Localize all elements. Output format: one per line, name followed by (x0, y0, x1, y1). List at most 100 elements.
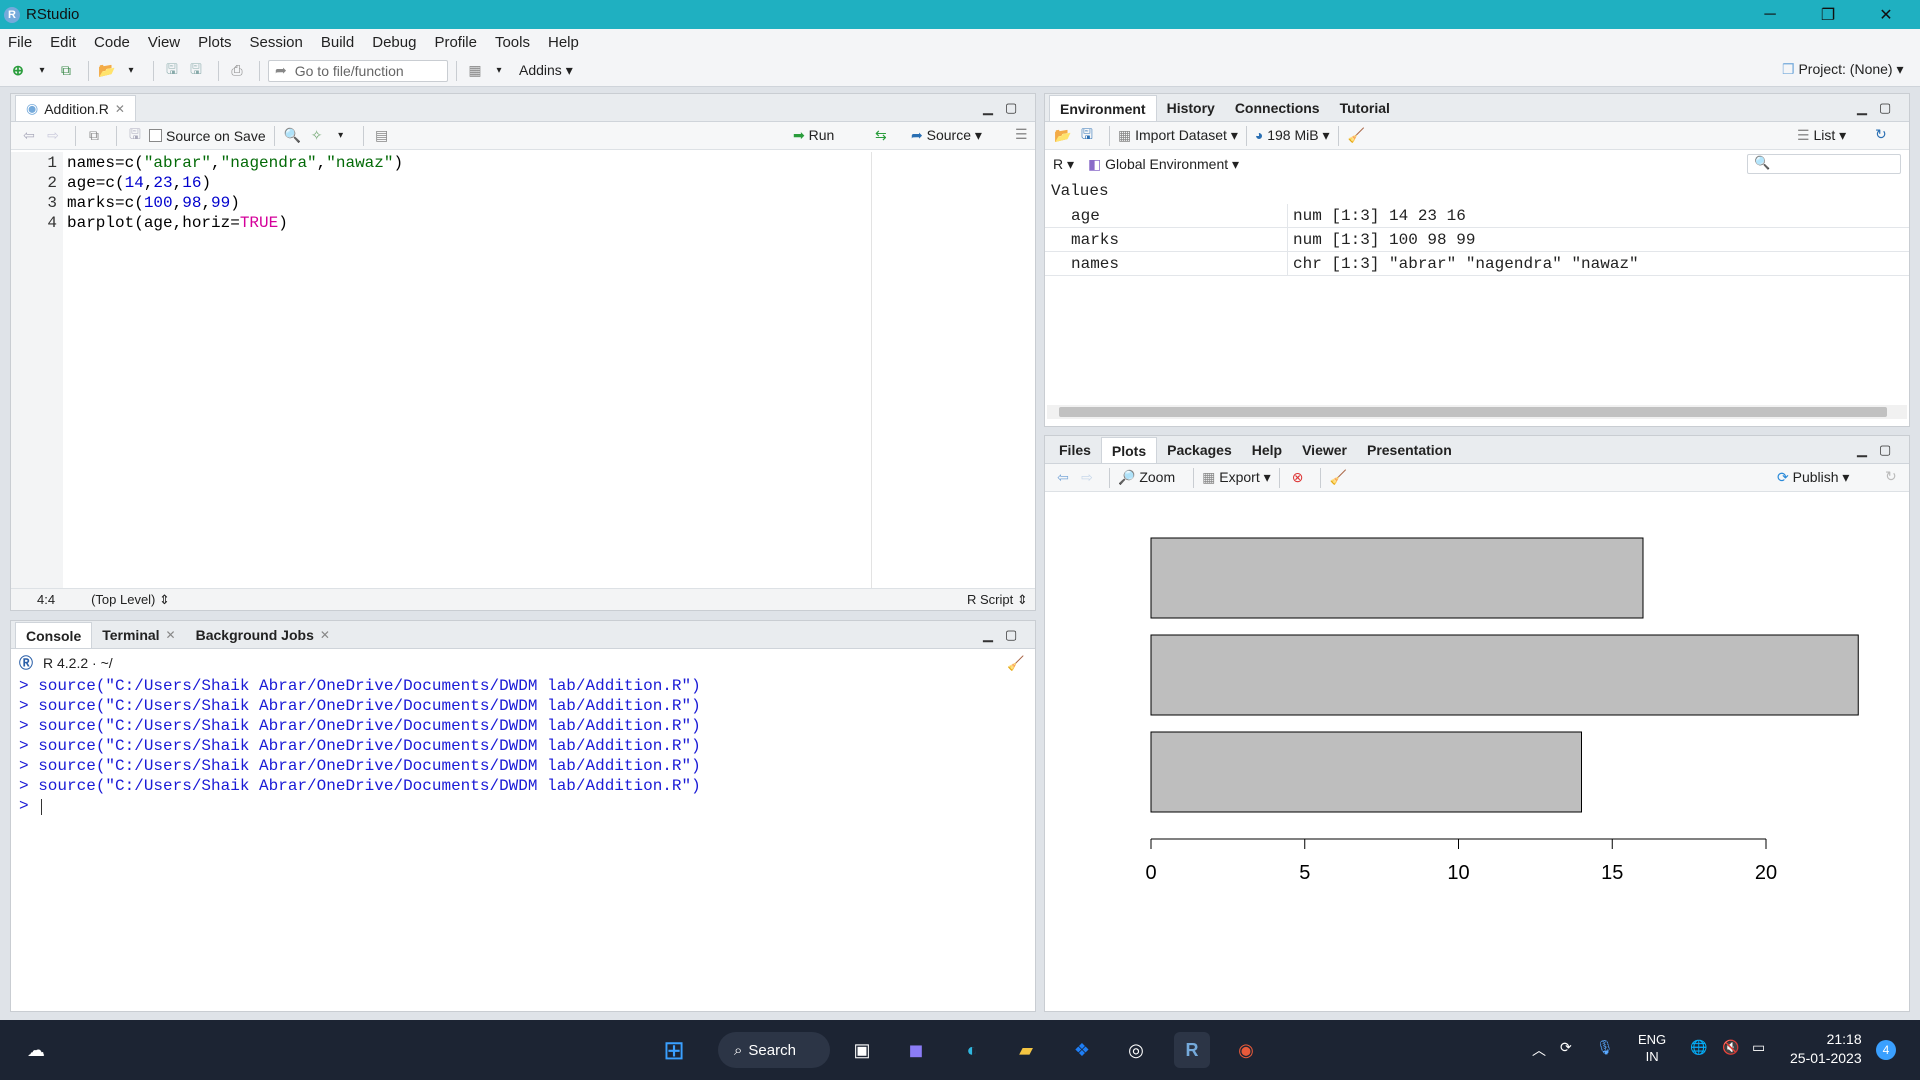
menu-edit[interactable]: Edit (50, 34, 76, 51)
code-editor[interactable]: 1234 names=c("abrar","nagendra","nawaz")… (11, 152, 1035, 588)
zoom-button[interactable]: 🔎 Zoom (1118, 469, 1175, 486)
tab-console[interactable]: Console (15, 622, 93, 648)
outline-icon[interactable]: ☰ (1015, 126, 1028, 143)
save-icon[interactable]: 🖫 (162, 61, 182, 81)
environment-search-input[interactable]: 🔍 (1747, 154, 1901, 174)
close-icon[interactable]: ✕ (1858, 0, 1914, 29)
environment-row[interactable]: names chr [1:3] "abrar" "nagendra" "nawaz… (1045, 252, 1909, 276)
remove-plot-icon[interactable]: ⊗ (1288, 468, 1308, 488)
tab-addition-r[interactable]: ◉ Addition.R ✕ (15, 95, 136, 121)
horizontal-scrollbar[interactable] (1047, 405, 1907, 419)
menu-file[interactable]: File (8, 34, 32, 51)
weather-icon[interactable]: ☁ (18, 1032, 54, 1068)
volume-muted-icon[interactable]: 🔇 (1722, 1039, 1739, 1056)
environment-row[interactable]: age num [1:3] 14 23 16 (1045, 204, 1909, 228)
print-icon[interactable]: ⎙ (227, 61, 247, 81)
language-selector[interactable]: R ▾ (1053, 156, 1074, 173)
rerun-icon[interactable]: ⇆ (875, 127, 887, 144)
publish-button[interactable]: ⟳ Publish ▾ (1777, 469, 1849, 486)
load-workspace-icon[interactable]: 📂 (1053, 126, 1073, 146)
console-output[interactable]: > source("C:/Users/Shaik Abrar/OneDrive/… (11, 677, 1035, 1011)
list-view-selector[interactable]: ☰ List ▾ (1797, 127, 1846, 144)
sync-icon[interactable]: ⟳ (1560, 1039, 1572, 1056)
minimize-pane-icon[interactable]: ▁ (983, 100, 993, 116)
language-indicator[interactable]: ENG IN (1638, 1031, 1666, 1065)
menu-code[interactable]: Code (94, 34, 130, 51)
menu-tools[interactable]: Tools (495, 34, 530, 51)
tab-background-jobs[interactable]: Background Jobs ✕ (186, 622, 340, 648)
menu-plots[interactable]: Plots (198, 34, 231, 51)
open-file-icon[interactable]: 📂 (97, 61, 117, 81)
menu-profile[interactable]: Profile (434, 34, 477, 51)
windows-start-icon[interactable]: ⊞ (656, 1032, 692, 1068)
import-dataset-button[interactable]: ▦ Import Dataset ▾ (1118, 127, 1238, 144)
microphone-icon[interactable]: 🎙 (1596, 1039, 1614, 1056)
tab-packages[interactable]: Packages (1157, 437, 1242, 463)
environment-row[interactable]: marks num [1:3] 100 98 99 (1045, 228, 1909, 252)
dropdown-icon[interactable]: ▾ (489, 61, 509, 81)
tab-tutorial[interactable]: Tutorial (1330, 95, 1400, 121)
run-button[interactable]: ➡ Run (793, 127, 834, 144)
scrollbar-thumb[interactable] (1059, 407, 1887, 417)
dropdown-icon[interactable]: ▾ (121, 61, 141, 81)
tab-connections[interactable]: Connections (1225, 95, 1330, 121)
close-tab-icon[interactable]: ✕ (166, 628, 176, 642)
tab-help[interactable]: Help (1242, 437, 1292, 463)
refresh-icon[interactable]: ↻ (1875, 126, 1887, 143)
maximize-pane-icon[interactable]: ▢ (1879, 442, 1891, 458)
menu-view[interactable]: View (148, 34, 180, 51)
clock[interactable]: 21:18 25-01-2023 (1790, 1030, 1862, 1068)
source-button[interactable]: ➦ Source ▾ (911, 127, 982, 144)
file-explorer-icon[interactable]: ▰ (1008, 1032, 1044, 1068)
magic-wand-icon[interactable]: ✧ (307, 126, 327, 146)
console-prompt[interactable]: > (19, 797, 29, 815)
dropdown-icon[interactable]: ▾ (32, 61, 52, 81)
teams-chat-icon[interactable]: ◼ (898, 1032, 934, 1068)
file-type-selector[interactable]: R Script ⇕ (967, 592, 1028, 608)
clear-console-icon[interactable]: 🧹 (1007, 655, 1024, 672)
compile-report-icon[interactable]: ▤ (372, 126, 392, 146)
tab-viewer[interactable]: Viewer (1292, 437, 1357, 463)
maximize-pane-icon[interactable]: ▢ (1005, 627, 1017, 643)
show-hidden-icons[interactable]: ︿ (1532, 1040, 1546, 1060)
new-project-icon[interactable]: ⧉ (56, 61, 76, 81)
project-menu[interactable]: ❒ Project: (None) ▾ (1782, 61, 1904, 78)
previous-plot-icon[interactable]: ⇦ (1053, 468, 1073, 488)
menu-debug[interactable]: Debug (372, 34, 416, 51)
restore-icon[interactable]: ❐ (1800, 0, 1856, 29)
tab-history[interactable]: History (1157, 95, 1225, 121)
save-all-icon[interactable]: 🖫 (186, 61, 206, 81)
broom-icon[interactable]: 🧹 (1347, 126, 1367, 146)
close-tab-icon[interactable]: ✕ (320, 628, 330, 642)
tab-terminal[interactable]: Terminal ✕ (92, 622, 185, 648)
broom-icon[interactable]: 🧹 (1329, 468, 1349, 488)
grid-layout-icon[interactable]: ▦ (465, 61, 485, 81)
minimize-pane-icon[interactable]: ▁ (1857, 100, 1867, 116)
save-workspace-icon[interactable]: 🖫 (1077, 126, 1097, 146)
rstudio-taskbar-icon[interactable]: R (1174, 1032, 1210, 1068)
notification-badge[interactable]: 4 (1876, 1040, 1896, 1060)
minimize-pane-icon[interactable]: ▁ (983, 627, 993, 643)
menu-build[interactable]: Build (321, 34, 354, 51)
forward-arrow-icon[interactable]: ⇨ (43, 126, 63, 146)
tab-environment[interactable]: Environment (1049, 95, 1157, 121)
tab-presentation[interactable]: Presentation (1357, 437, 1462, 463)
next-plot-icon[interactable]: ⇨ (1077, 468, 1097, 488)
close-tab-icon[interactable]: ✕ (115, 102, 125, 116)
addins-menu[interactable]: Addins ▾ (519, 62, 573, 79)
export-button[interactable]: ▦ Export ▾ (1202, 469, 1271, 486)
github-icon[interactable]: ◎ (1118, 1032, 1154, 1068)
environment-selector[interactable]: ◧ Global Environment ▾ (1088, 156, 1239, 173)
maximize-pane-icon[interactable]: ▢ (1005, 100, 1017, 116)
browser-app-icon[interactable]: ◉ (1228, 1032, 1264, 1068)
network-icon[interactable]: 🌐 (1690, 1039, 1707, 1056)
minimize-icon[interactable]: ─ (1742, 0, 1798, 29)
tab-files[interactable]: Files (1049, 437, 1101, 463)
search-icon[interactable]: 🔍 (283, 126, 303, 146)
tab-plots[interactable]: Plots (1100, 437, 1158, 463)
source-on-save-checkbox[interactable] (149, 129, 162, 142)
new-file-icon[interactable]: ⊕ (8, 61, 28, 81)
dropdown-icon[interactable]: ▾ (331, 126, 351, 146)
show-in-window-icon[interactable]: ⧉ (84, 126, 104, 146)
maximize-pane-icon[interactable]: ▢ (1879, 100, 1891, 116)
